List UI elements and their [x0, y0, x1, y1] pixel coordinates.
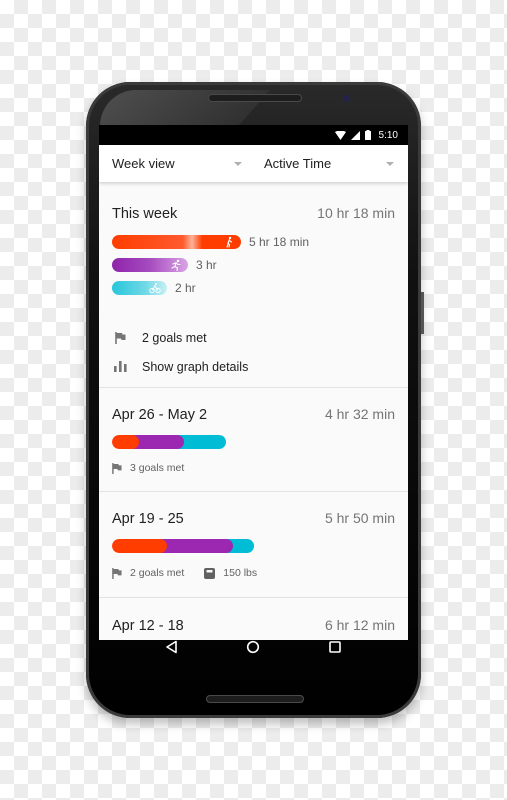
card-total: 10 hr 18 min — [317, 205, 395, 221]
metric-dropdown-value: Active Time — [264, 156, 332, 171]
walking-duration: 5 hr 18 min — [249, 234, 310, 249]
walking-icon — [226, 236, 233, 248]
show-graph-details-text: Show graph details — [142, 359, 249, 374]
recents-button[interactable] — [328, 640, 342, 659]
battery-icon — [364, 130, 371, 140]
status-time: 5:10 — [378, 129, 398, 141]
week-meta: 2 goals met 150 lbs — [112, 567, 395, 579]
week-meta: 3 goals met — [112, 462, 395, 474]
cycling-segment — [176, 435, 226, 449]
week-total: 6 hr 12 min — [324, 617, 395, 633]
home-button[interactable] — [246, 640, 260, 659]
goals-met-text: 2 goals met — [130, 567, 185, 579]
activity-bar-row: 3 hr — [112, 253, 395, 276]
week-card[interactable]: Apr 19 - 25 5 hr 50 min 2 goals met 150 … — [99, 492, 408, 598]
goals-met-text: 2 goals met — [142, 330, 207, 345]
power-button[interactable] — [421, 292, 424, 334]
status-bar: 5:10 — [99, 125, 408, 145]
running-bar — [112, 257, 188, 272]
activity-bar-row: 5 hr 18 min — [112, 230, 395, 253]
running-segment — [132, 435, 184, 449]
cycling-duration: 2 hr — [175, 280, 196, 295]
week-range: Apr 26 - May 2 — [112, 407, 208, 423]
flag-icon — [112, 462, 122, 474]
weight-text: 150 lbs — [223, 567, 258, 579]
this-week-card[interactable]: This week 10 hr 18 min 5 hr 18 min 3 hr — [99, 182, 408, 388]
system-nav-bar — [86, 640, 421, 659]
walking-bar — [112, 234, 241, 249]
running-icon — [171, 259, 181, 271]
week-total: 4 hr 32 min — [324, 406, 395, 422]
running-segment — [160, 539, 233, 553]
view-dropdown-value: Week view — [112, 156, 175, 171]
week-range: Apr 19 - 25 — [112, 511, 184, 527]
walking-segment — [112, 435, 140, 449]
cycling-icon — [149, 282, 161, 293]
walking-segment — [112, 539, 168, 553]
goals-met-row: 2 goals met — [112, 323, 395, 352]
card-title: This week — [112, 206, 178, 222]
cycling-bar — [112, 280, 167, 295]
dropdown-arrow-icon — [386, 161, 394, 166]
goals-met-text: 3 goals met — [130, 462, 185, 474]
bar-chart-icon — [113, 361, 127, 372]
filter-bar: Week view Active Time — [99, 145, 408, 182]
activity-bar-row: 2 hr — [112, 276, 395, 299]
week-range: Apr 12 - 18 — [112, 618, 184, 634]
view-dropdown[interactable]: Week view — [99, 156, 256, 171]
top-speaker — [208, 94, 302, 102]
dropdown-arrow-icon — [234, 161, 242, 166]
back-icon — [166, 640, 177, 654]
show-graph-details-link[interactable]: Show graph details — [112, 352, 395, 381]
wifi-icon — [334, 130, 346, 140]
scale-icon — [204, 567, 216, 579]
cell-signal-icon — [350, 130, 360, 140]
back-button[interactable] — [165, 640, 179, 659]
front-camera — [343, 95, 350, 102]
metric-dropdown[interactable]: Active Time — [256, 156, 408, 171]
flag-icon — [114, 331, 125, 344]
week-card[interactable]: Apr 26 - May 2 4 hr 32 min 3 goals met — [99, 388, 408, 492]
recents-icon — [329, 641, 341, 653]
week-activity-bar — [112, 435, 226, 449]
flag-icon — [112, 567, 122, 579]
week-total: 5 hr 50 min — [324, 510, 395, 526]
week-card[interactable]: Apr 12 - 18 6 hr 12 min — [99, 598, 408, 640]
running-duration: 3 hr — [196, 257, 217, 272]
home-icon — [247, 640, 260, 654]
bottom-speaker — [206, 695, 304, 703]
week-activity-bar — [112, 539, 254, 553]
app-screen: 5:10 Week view Active Time This week 10 … — [99, 125, 408, 640]
